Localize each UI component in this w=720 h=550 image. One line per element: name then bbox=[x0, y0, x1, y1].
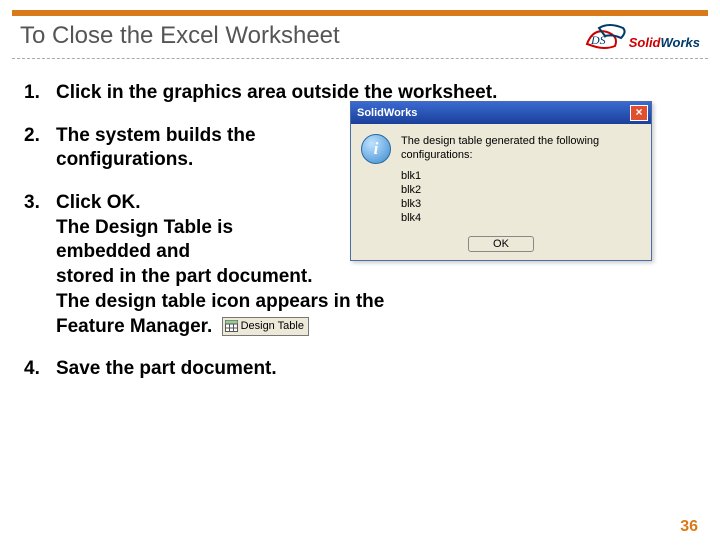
logo-works: Works bbox=[661, 35, 701, 50]
dialog-config-list: blk1 blk2 blk3 blk4 bbox=[401, 169, 641, 226]
step-text: Save the part document. bbox=[56, 358, 277, 379]
info-icon: i bbox=[361, 134, 391, 164]
page-number: 36 bbox=[680, 518, 698, 536]
step-line: Click OK. bbox=[56, 192, 140, 213]
step-2: The system builds the configurations. bbox=[24, 124, 304, 173]
step-line: Feature Manager. bbox=[56, 316, 212, 337]
list-item: blk2 bbox=[401, 183, 641, 197]
solidworks-dialog: SolidWorks × i The design table generate… bbox=[350, 101, 652, 261]
ok-button[interactable]: OK bbox=[468, 236, 534, 252]
design-table-icon: Design Table bbox=[222, 317, 309, 335]
page-title: To Close the Excel Worksheet bbox=[20, 22, 340, 50]
solidworks-logo: DS SolidWorks bbox=[585, 22, 700, 50]
step-text: Click in the graphics area outside the w… bbox=[56, 82, 497, 103]
step-text: Click OK. The Design Table is embedded a… bbox=[56, 192, 384, 336]
list-item: blk1 bbox=[401, 169, 641, 183]
dialog-title: SolidWorks bbox=[357, 107, 417, 119]
logo-solid: Solid bbox=[629, 35, 661, 50]
dialog-message: The design table generated the following… bbox=[401, 134, 641, 163]
step-line: stored in the part document. bbox=[56, 266, 313, 287]
accent-rule bbox=[12, 10, 708, 16]
step-text: The system builds the configurations. bbox=[56, 125, 256, 171]
table-grid-icon bbox=[225, 320, 238, 332]
logo-text: SolidWorks bbox=[629, 35, 700, 50]
dialog-message-area: The design table generated the following… bbox=[401, 134, 641, 226]
content-area: Click in the graphics area outside the w… bbox=[0, 59, 720, 382]
logo-mark-icon: DS bbox=[585, 22, 629, 50]
step-line: The design table icon appears in the bbox=[56, 291, 384, 312]
list-item: blk3 bbox=[401, 197, 641, 211]
dialog-button-row: OK bbox=[351, 236, 651, 260]
dialog-body: i The design table generated the followi… bbox=[351, 124, 651, 236]
dialog-titlebar: SolidWorks × bbox=[351, 102, 651, 124]
step-line: embedded and bbox=[56, 241, 190, 262]
close-button[interactable]: × bbox=[630, 105, 648, 121]
svg-text:DS: DS bbox=[590, 33, 606, 47]
close-icon: × bbox=[635, 105, 642, 119]
step-4: Save the part document. bbox=[24, 357, 696, 382]
design-table-label: Design Table bbox=[241, 319, 304, 333]
step-line: The Design Table is bbox=[56, 217, 233, 238]
list-item: blk4 bbox=[401, 211, 641, 225]
title-row: To Close the Excel Worksheet DS SolidWor… bbox=[0, 18, 720, 58]
